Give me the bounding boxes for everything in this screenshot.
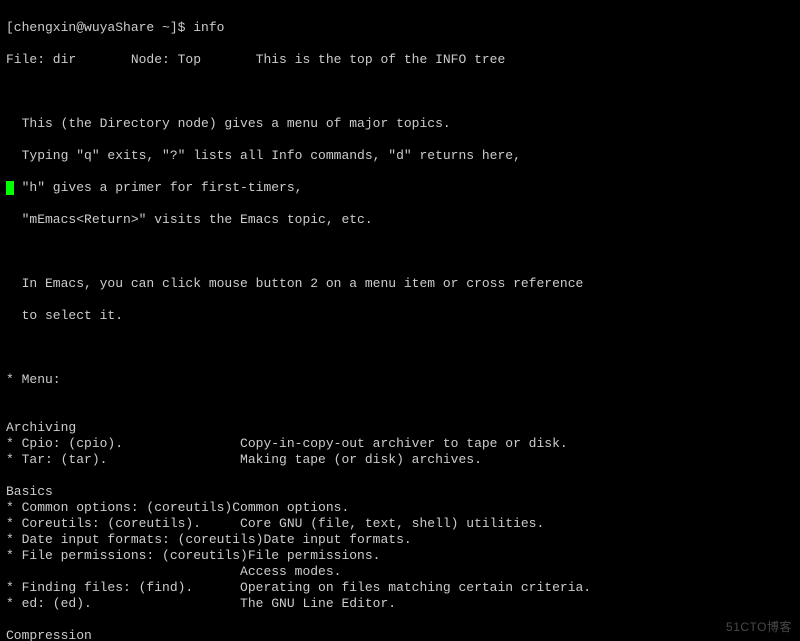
intro-line: This (the Directory node) gives a menu o…: [6, 116, 794, 132]
command-text: info: [193, 20, 224, 35]
blank-line: [6, 84, 794, 100]
section-title: Basics: [6, 484, 794, 500]
section-title: Archiving: [6, 420, 794, 436]
menu-item[interactable]: * Date input formats: (coreutils)Date in…: [6, 532, 794, 548]
intro-line: In Emacs, you can click mouse button 2 o…: [6, 276, 794, 292]
intro-line: "h" gives a primer for first-timers,: [6, 180, 794, 196]
menu-item[interactable]: * ed: (ed). The GNU Line Editor.: [6, 596, 794, 612]
prompt-line: [chengxin@wuyaShare ~]$ info: [6, 20, 794, 36]
blank-line: [6, 340, 794, 356]
menu-item[interactable]: * Coreutils: (coreutils). Core GNU (file…: [6, 516, 794, 532]
watermark-text: 51CTO博客: [726, 619, 792, 635]
blank-line: [6, 612, 794, 628]
shell-prompt: [chengxin@wuyaShare ~]$: [6, 20, 193, 35]
menu-label: * Menu:: [6, 372, 794, 388]
menu-item[interactable]: * Tar: (tar). Making tape (or disk) arch…: [6, 452, 794, 468]
blank-line: [6, 404, 794, 420]
menu-item[interactable]: * Common options: (coreutils)Common opti…: [6, 500, 794, 516]
section-title: Compression: [6, 628, 794, 641]
info-header: File: dir Node: Top This is the top of t…: [6, 52, 794, 68]
menu-sections: Archiving* Cpio: (cpio). Copy-in-copy-ou…: [6, 404, 794, 641]
menu-item[interactable]: * Finding files: (find). Operating on fi…: [6, 580, 794, 596]
terminal-window[interactable]: [chengxin@wuyaShare ~]$ info File: dir N…: [0, 0, 800, 641]
menu-item[interactable]: Access modes.: [6, 564, 794, 580]
blank-line: [6, 468, 794, 484]
menu-item[interactable]: * Cpio: (cpio). Copy-in-copy-out archive…: [6, 436, 794, 452]
menu-item[interactable]: * File permissions: (coreutils)File perm…: [6, 548, 794, 564]
intro-line: "mEmacs<Return>" visits the Emacs topic,…: [6, 212, 794, 228]
intro-line: Typing "q" exits, "?" lists all Info com…: [6, 148, 794, 164]
blank-line: [6, 244, 794, 260]
intro-line: to select it.: [6, 308, 794, 324]
